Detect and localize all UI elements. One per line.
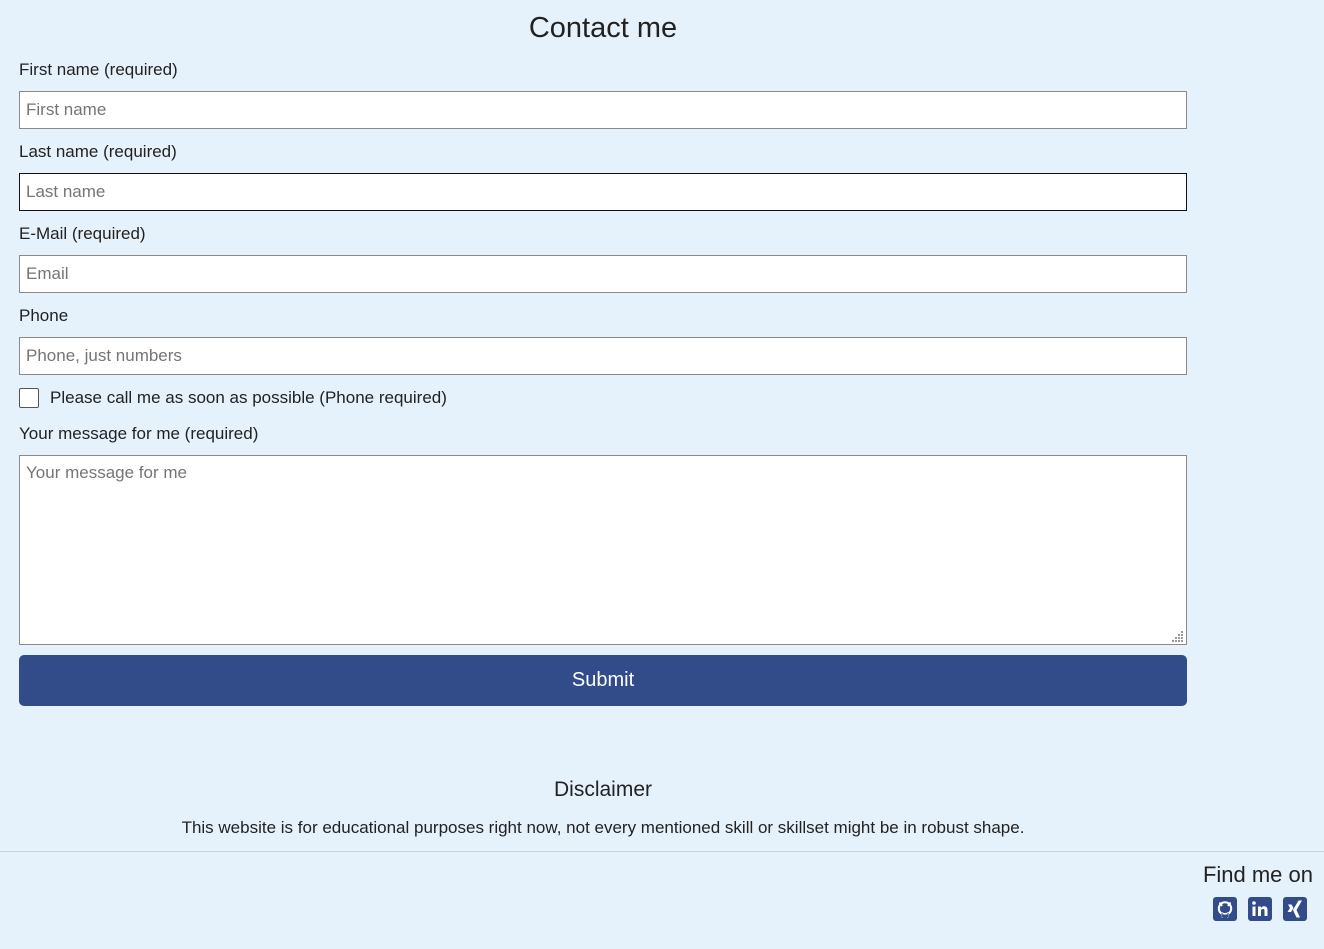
disclaimer-title: Disclaimer	[553, 778, 652, 801]
first-name-label: First name (required)	[19, 60, 178, 79]
xing-icon	[1283, 897, 1307, 921]
email-label: E-Mail (required)	[19, 224, 146, 243]
page-title: Contact me	[528, 12, 678, 44]
submit-button[interactable]: Submit	[19, 655, 1187, 706]
phone-label: Phone	[19, 306, 69, 325]
message-label: Your message for me (required)	[19, 424, 259, 443]
social-links	[1213, 897, 1307, 921]
xing-link[interactable]	[1283, 897, 1307, 921]
linkedin-icon	[1248, 897, 1272, 921]
callback-checkbox[interactable]	[19, 388, 39, 408]
github-icon	[1213, 897, 1237, 921]
phone-input[interactable]	[19, 337, 1187, 375]
disclaimer-text: This website is for educational purposes…	[181, 818, 1025, 837]
callback-label[interactable]: Please call me as soon as possible (Phon…	[50, 388, 447, 408]
linkedin-link[interactable]	[1248, 897, 1272, 921]
footer-divider	[0, 851, 1324, 852]
email-input[interactable]	[19, 255, 1187, 293]
first-name-input[interactable]	[19, 91, 1187, 129]
find-me-label: Find me on	[1202, 862, 1313, 887]
callback-row: Please call me as soon as possible (Phon…	[19, 387, 447, 409]
message-textarea[interactable]	[19, 455, 1187, 645]
last-name-input[interactable]	[19, 173, 1187, 211]
github-link[interactable]	[1213, 897, 1237, 921]
resize-grip-icon[interactable]	[1172, 630, 1184, 642]
last-name-label: Last name (required)	[19, 142, 177, 161]
